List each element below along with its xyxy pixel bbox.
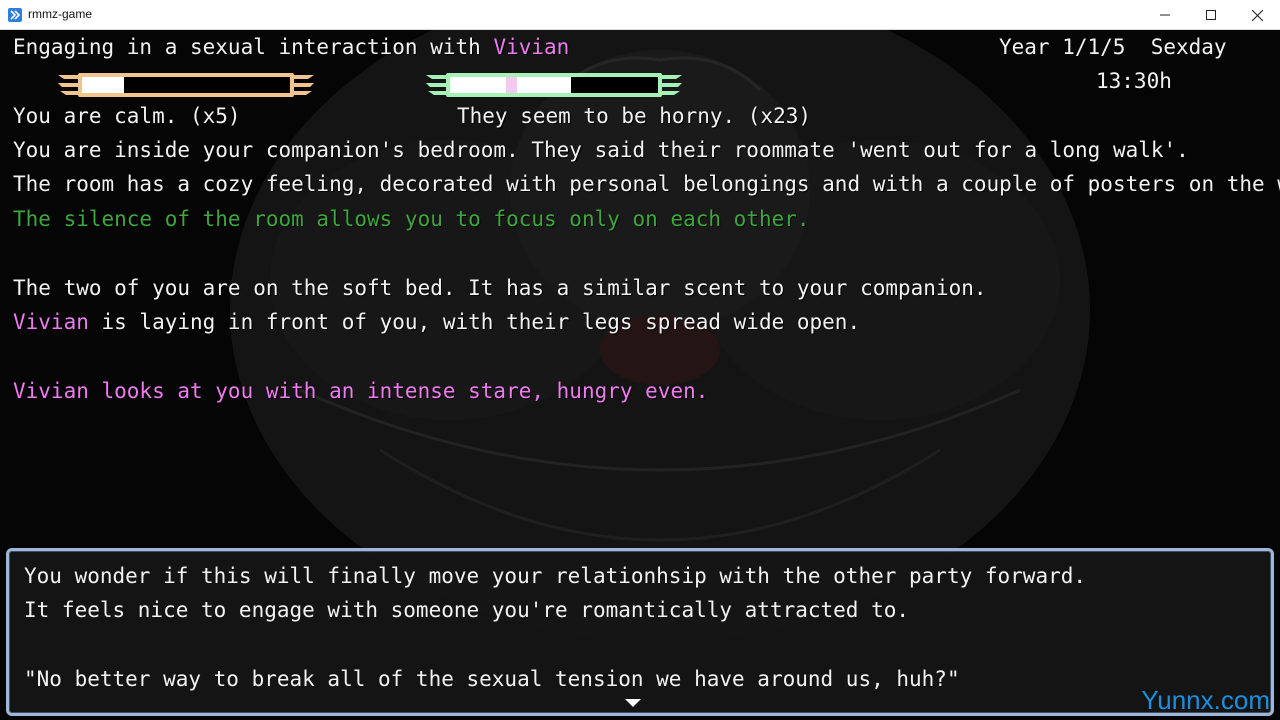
message-line-3: "No better way to break all of the sexua… xyxy=(24,667,960,691)
partner-name: Vivian xyxy=(493,35,570,59)
continue-arrow-icon[interactable] xyxy=(625,699,641,707)
maximize-button[interactable] xyxy=(1188,0,1234,30)
message-window[interactable]: You wonder if this will finally move you… xyxy=(6,548,1274,716)
narration-line-5: Vivian is laying in front of you, with t… xyxy=(13,309,860,335)
message-line-1: You wonder if this will finally move you… xyxy=(24,564,1087,588)
player-arousal-bar xyxy=(58,73,314,97)
game-screen[interactable]: Engaging in a sexual interaction with Vi… xyxy=(0,30,1280,720)
partner-arousal-highlight xyxy=(506,77,517,93)
player-arousal-fill xyxy=(82,77,124,93)
player-status: You are calm. (x5) xyxy=(13,104,241,128)
time-display: 13:30h xyxy=(1096,69,1172,93)
narration-line-1: You are inside your companion's bedroom.… xyxy=(13,138,1189,162)
app-icon xyxy=(8,8,22,22)
narration-line-2: The room has a cozy feeling, decorated w… xyxy=(13,172,1280,196)
narration-line-5-text: is laying in front of you, with their le… xyxy=(88,310,861,334)
narration-line-3: The silence of the room allows you to fo… xyxy=(13,207,810,231)
watermark: Yunnx.com xyxy=(1141,685,1270,715)
narration-line-6: Vivian looks at you with an intense star… xyxy=(13,379,709,403)
message-line-2: It feels nice to engage with someone you… xyxy=(24,598,910,622)
maximize-icon xyxy=(1206,10,1216,20)
narration-partner-name: Vivian xyxy=(13,310,89,334)
close-icon xyxy=(1251,9,1263,21)
window-title: rmmz-game xyxy=(28,7,93,21)
minimize-button[interactable] xyxy=(1142,0,1188,30)
interaction-prefix: Engaging in a sexual interaction with xyxy=(13,35,494,59)
interaction-header: Engaging in a sexual interaction with Vi… xyxy=(13,34,569,60)
date-display: Year 1/1/5 Sexday xyxy=(999,35,1227,59)
partner-arousal-bar xyxy=(426,73,682,97)
window-titlebar: rmmz-game xyxy=(0,0,1280,30)
partner-status: They seem to be horny. (x23) xyxy=(457,104,812,128)
minimize-icon xyxy=(1160,14,1170,16)
close-button[interactable] xyxy=(1234,0,1280,30)
narration-line-4: The two of you are on the soft bed. It h… xyxy=(13,276,987,300)
